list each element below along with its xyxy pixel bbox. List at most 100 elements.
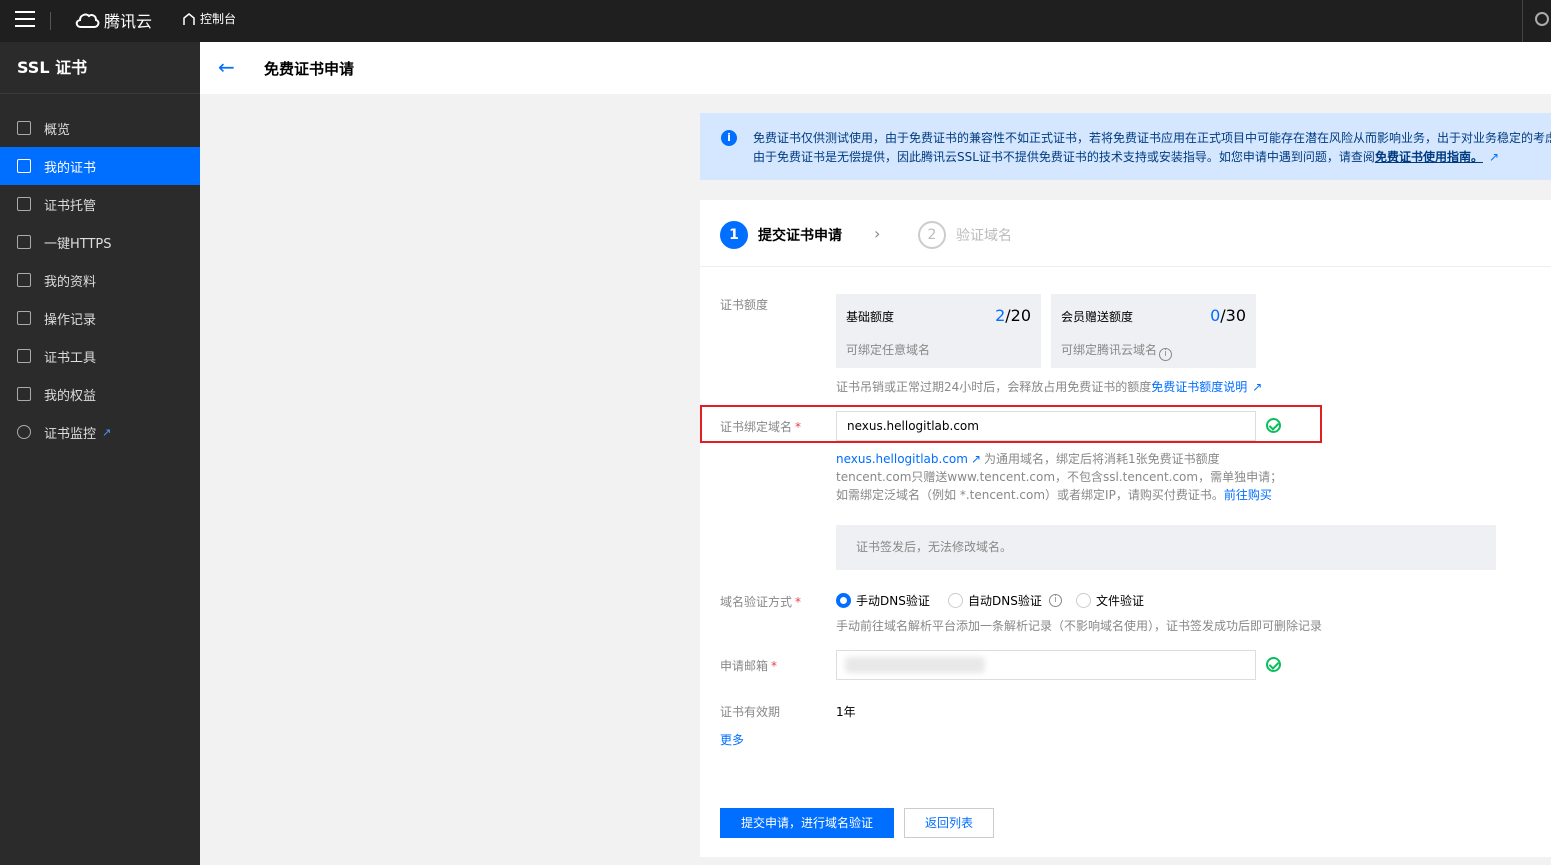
sidebar-item-monitor[interactable]: 证书监控 ↗ xyxy=(0,413,200,451)
domain-lock-note: 证书签发后，无法修改域名。 xyxy=(836,525,1496,570)
required-mark: * xyxy=(771,659,778,673)
help-icon[interactable]: i xyxy=(1048,594,1062,607)
help-icon[interactable]: i xyxy=(1159,348,1173,361)
quota-desc: 可绑定任意域名 xyxy=(846,343,931,357)
sidebar-item-label: 我的权益 xyxy=(44,388,97,404)
notice-line-2-text: 由于免费证书是无偿提供，因此腾讯云SSL证书不提供免费证书的技术支持或安装指导。… xyxy=(753,150,1375,164)
notice-line-1: 免费证书仅供测试使用，由于免费证书的兼容性不如正式证书，若将免费证书应用在正式项… xyxy=(753,131,1551,145)
quota-name: 基础额度 xyxy=(846,310,895,324)
product-title: SSL 证书 xyxy=(0,42,200,94)
redacted-email xyxy=(845,657,985,673)
sidebar-item-hosting[interactable]: 证书托管 xyxy=(0,185,200,223)
page-header: ← 免费证书申请 xyxy=(200,42,1551,94)
cloud-icon xyxy=(75,13,100,28)
top-bar: 腾讯云 控制台 xyxy=(0,0,1551,42)
sidebar: SSL 证书 概览 我的证书 证书托管 一键HTTPS 我的资料 操作记录 证书… xyxy=(0,42,200,865)
sidebar-item-my-certificates[interactable]: 我的证书 xyxy=(0,147,200,185)
sidebar-item-overview[interactable]: 概览 xyxy=(0,109,200,147)
more-link[interactable]: 更多 xyxy=(720,731,744,748)
sidebar-item-tools[interactable]: 证书工具 xyxy=(0,337,200,375)
external-link-icon: ↗ xyxy=(102,425,112,439)
member-quota-card: 会员赠送额度 0/30 可绑定腾讯云域名 i xyxy=(1051,294,1256,368)
required-mark: * xyxy=(795,420,802,434)
page-title: 免费证书申请 xyxy=(264,60,355,78)
sidebar-item-label: 证书托管 xyxy=(44,198,97,214)
step-label: 提交证书申请 xyxy=(758,228,842,244)
radio-manual-dns[interactable]: 手动DNS验证 xyxy=(836,592,930,609)
console-link[interactable]: 控制台 xyxy=(182,10,236,27)
quota-help-link[interactable]: 免费证书额度说明 xyxy=(1151,380,1247,394)
sidebar-item-label: 证书监控 xyxy=(44,426,97,442)
external-link-icon: ↗ xyxy=(1252,380,1263,394)
domain-help-text: 为通用域名，绑定后将消耗1张免费证书额度 xyxy=(984,452,1220,466)
sidebar-item-benefits[interactable]: 我的权益 xyxy=(0,375,200,413)
log-icon xyxy=(17,311,31,325)
external-link-icon: ↗ xyxy=(1488,150,1500,164)
guide-link[interactable]: 免费证书使用指南。 xyxy=(1375,150,1483,164)
notice-line-2: 由于免费证书是无偿提供，因此腾讯云SSL证书不提供免费证书的技术支持或安装指导。… xyxy=(753,148,1499,165)
verify-label-text: 域名验证方式 xyxy=(720,595,793,609)
quota-desc: 可绑定腾讯云域名 i xyxy=(1061,341,1173,361)
brand-name: 腾讯云 xyxy=(104,12,153,31)
sidebar-item-label: 操作记录 xyxy=(44,312,97,328)
quota-label: 证书额度 xyxy=(720,298,769,312)
application-form-card: 1 提交证书申请 › 2 验证域名 证书额度 基础额度 2/20 可绑定任意域名 会… xyxy=(700,200,1551,857)
email-label-text: 申请邮箱 xyxy=(720,659,769,673)
radio-auto-dns[interactable]: 自动DNS验证 i xyxy=(948,592,1062,609)
radio-label: 手动DNS验证 xyxy=(856,594,930,608)
domain-help-link[interactable]: nexus.hellogitlab.com xyxy=(836,452,968,466)
hosting-icon xyxy=(17,197,31,211)
monitor-icon xyxy=(17,425,31,439)
sidebar-item-logs[interactable]: 操作记录 xyxy=(0,299,200,337)
quota-value: 2/20 xyxy=(995,306,1031,325)
validity-value: 1年 xyxy=(836,705,856,719)
check-circle-icon xyxy=(1266,657,1281,672)
sidebar-item-label: 我的资料 xyxy=(44,274,97,290)
certificate-icon xyxy=(17,159,31,173)
quota-total: /20 xyxy=(1005,306,1031,325)
radio-file[interactable]: 文件验证 xyxy=(1076,592,1144,609)
console-label: 控制台 xyxy=(200,12,237,26)
basic-quota-card: 基础额度 2/20 可绑定任意域名 xyxy=(836,294,1041,368)
verify-method-label: 域名验证方式 * xyxy=(720,593,801,610)
brand-logo[interactable]: 腾讯云 xyxy=(74,8,152,32)
quota-value: 0/30 xyxy=(1210,306,1246,325)
menu-icon[interactable] xyxy=(15,11,35,27)
quota-name: 会员赠送额度 xyxy=(1061,310,1134,324)
search-icon[interactable] xyxy=(1535,12,1549,26)
domain-input[interactable]: nexus.hellogitlab.com xyxy=(836,411,1256,441)
step-number: 1 xyxy=(720,221,748,249)
sidebar-item-label: 概览 xyxy=(44,122,71,138)
sidebar-item-label: 一键HTTPS xyxy=(44,236,112,252)
validity-label: 证书有效期 xyxy=(720,705,781,719)
divider xyxy=(1522,0,1523,42)
quota-total: /30 xyxy=(1220,306,1246,325)
tool-icon xyxy=(17,349,31,363)
back-to-list-button[interactable]: 返回列表 xyxy=(904,808,994,838)
sidebar-item-my-info[interactable]: 我的资料 xyxy=(0,261,200,299)
back-arrow-icon[interactable]: ← xyxy=(218,55,235,79)
sidebar-menu: 概览 我的证书 证书托管 一键HTTPS 我的资料 操作记录 证书工具 我的权益… xyxy=(0,94,200,451)
sidebar-item-label: 证书工具 xyxy=(44,350,97,366)
divider xyxy=(50,12,51,30)
step-submit: 1 提交证书申请 xyxy=(720,221,842,249)
radio-icon xyxy=(1076,593,1091,608)
sidebar-item-https[interactable]: 一键HTTPS xyxy=(0,223,200,261)
domain-label-text: 证书绑定域名 xyxy=(720,420,793,434)
notice-banner: i 免费证书仅供测试使用，由于免费证书的兼容性不如正式证书，若将免费证书应用在正… xyxy=(700,113,1551,180)
domain-help-3: 如需绑定泛域名（例如 *.tencent.com）或者绑定IP，请购买付费证书。… xyxy=(836,486,1272,503)
email-input[interactable] xyxy=(836,650,1256,680)
check-circle-icon xyxy=(1266,418,1281,433)
home-icon xyxy=(183,12,195,25)
radio-icon xyxy=(948,593,963,608)
chevron-right-icon: › xyxy=(874,224,881,243)
radio-label: 自动DNS验证 xyxy=(968,594,1042,608)
step-label: 验证域名 xyxy=(956,228,1012,244)
step-number: 2 xyxy=(918,221,946,249)
domain-label: 证书绑定域名 * xyxy=(720,418,801,435)
buy-link[interactable]: 前往购买 xyxy=(1224,488,1272,502)
quota-used: 2 xyxy=(995,306,1006,325)
submit-button[interactable]: 提交申请，进行域名验证 xyxy=(720,808,894,838)
domain-help-1: nexus.hellogitlab.com ↗ 为通用域名，绑定后将消耗1张免费证书… xyxy=(836,450,1220,467)
quota-help-text: 证书吊销或正常过期24小时后，会释放占用免费证书的额度 xyxy=(836,380,1152,394)
